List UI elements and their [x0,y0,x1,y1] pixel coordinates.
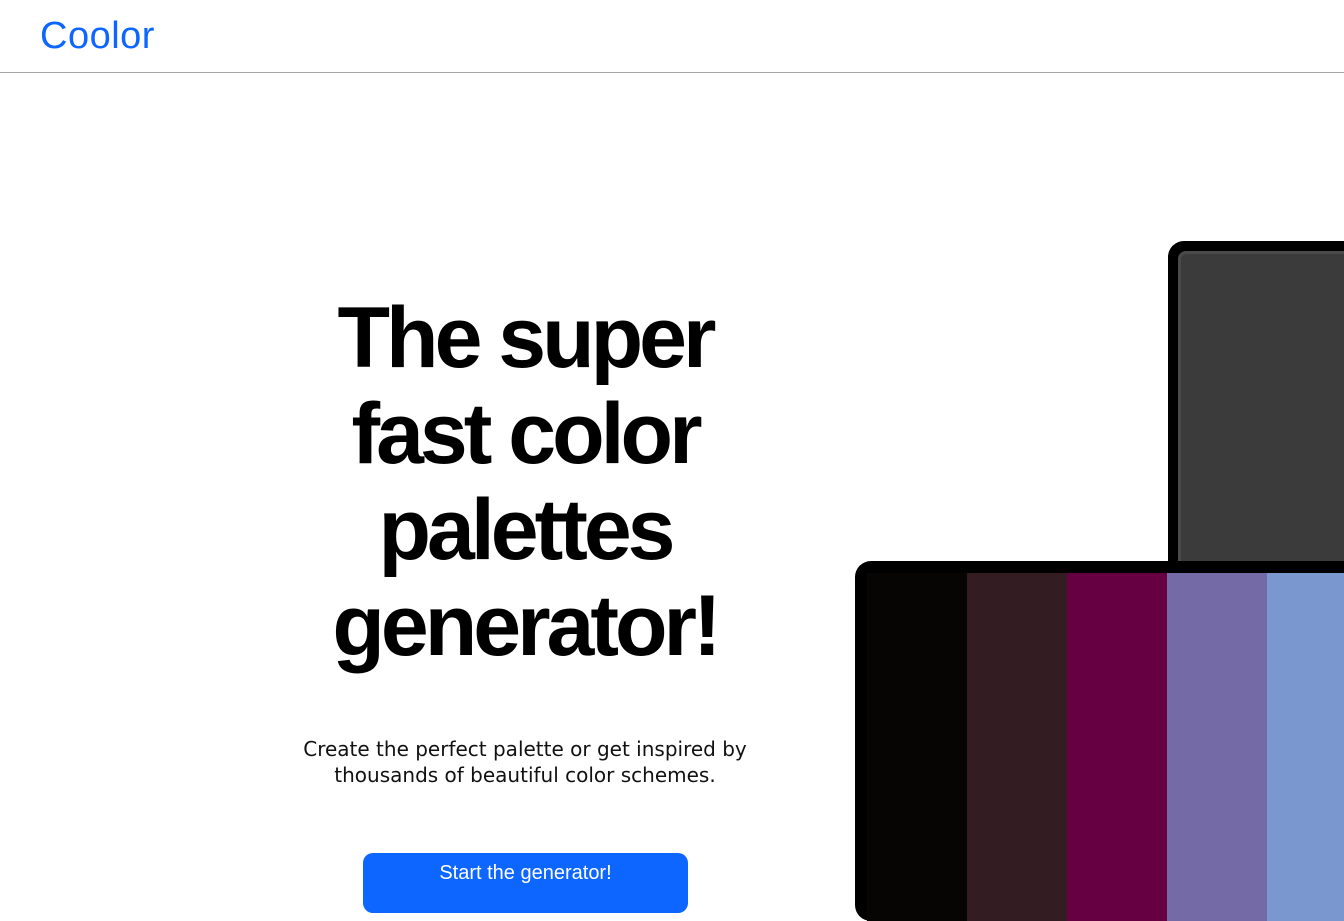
hero-subtitle: Create the perfect palette or get inspir… [303,737,747,787]
palette-swatch [1067,573,1167,921]
device-mockup-front [855,561,1344,921]
palette-preview [867,573,1344,921]
hero-title: The super fast color palettes generator! [332,290,721,674]
top-navbar: Coolor [0,0,1344,73]
logo[interactable]: Coolor [40,14,155,58]
start-generator-button[interactable]: Start the generator! [363,853,688,913]
palette-swatch [967,573,1067,921]
device-back-screen [1178,251,1344,581]
start-generator-label: Start the generator! [439,862,612,884]
palette-swatch [867,573,967,921]
hero-section: The super fast color palettes generator!… [250,290,800,913]
palette-swatch [1167,573,1267,921]
palette-swatch [1267,573,1344,921]
device-mockup-back [1168,241,1344,581]
